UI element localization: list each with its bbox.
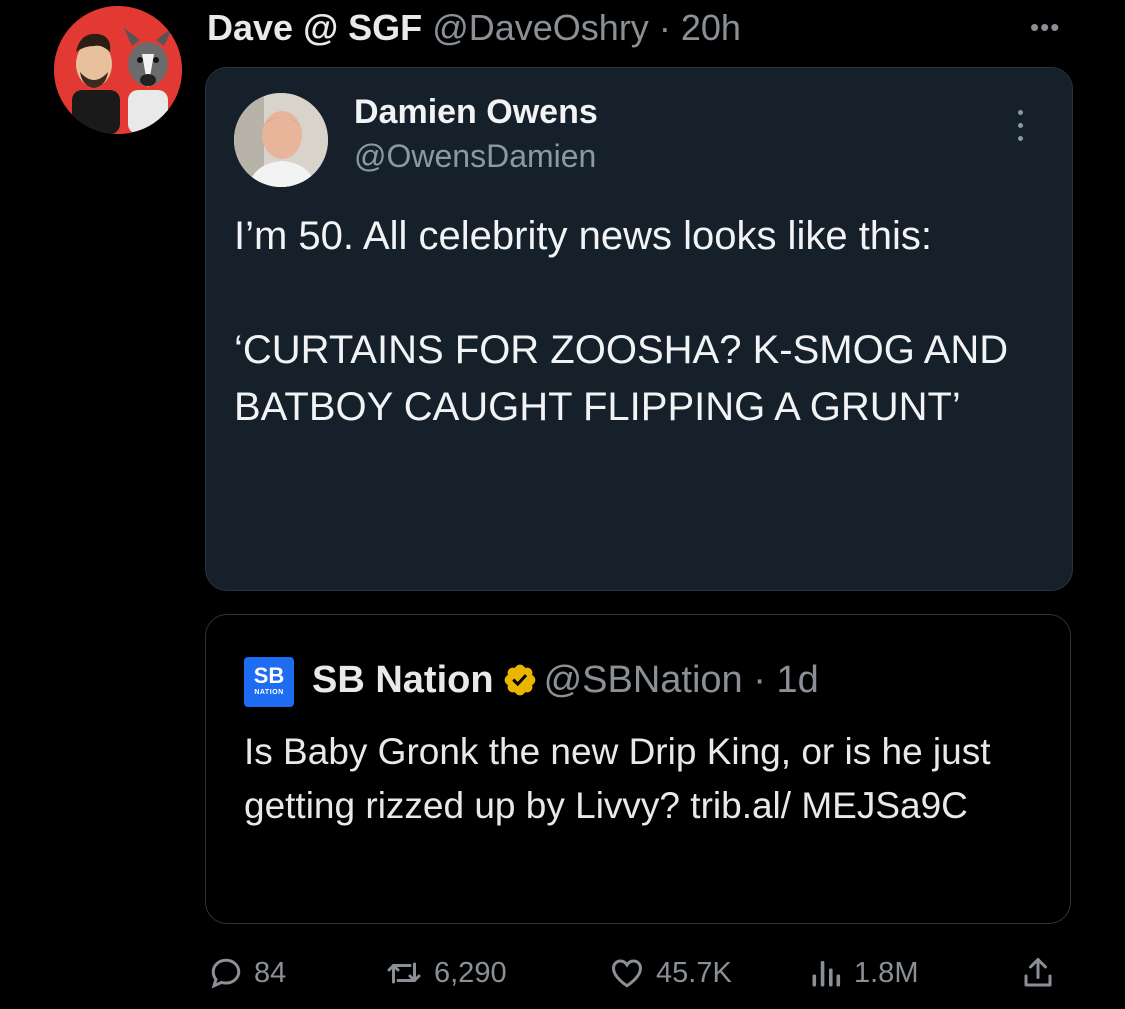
- tweet-header: Dave @ SGF @DaveOshry · 20h: [207, 6, 741, 50]
- author-avatar[interactable]: [54, 6, 182, 134]
- like-count: 45.7K: [656, 956, 732, 989]
- quoted-tweet-text: Is Baby Gronk the new Drip King, or is h…: [244, 731, 991, 826]
- quoted-author-handle: @SBNation: [543, 659, 743, 701]
- reply-count: 84: [254, 956, 287, 989]
- logo-text: SB: [253, 663, 285, 688]
- quoted-tweet-header: SB Nation @SBNation · 1d: [312, 655, 819, 705]
- views-count: 1.8M: [854, 956, 919, 989]
- retweet-icon: [387, 962, 421, 984]
- screenshot-author-name: Damien Owens: [354, 93, 598, 131]
- screenshot-author-avatar: [234, 93, 328, 187]
- share-button[interactable]: [1020, 948, 1066, 998]
- vertical-more-icon: [1018, 110, 1024, 150]
- attached-screenshot[interactable]: Damien Owens @OwensDamien I’m 50. All ce…: [205, 67, 1073, 591]
- author-handle[interactable]: @DaveOshry: [432, 7, 649, 48]
- views-chart-icon: [812, 961, 841, 987]
- quoted-separator: ·: [742, 659, 777, 701]
- verified-badge-icon: [504, 664, 535, 696]
- avatar-illustration-icon: [54, 6, 182, 134]
- like-button[interactable]: 45.7K: [608, 948, 732, 998]
- header-separator: ·: [648, 7, 681, 48]
- screenshot-text-line2: ‘CURTAINS FOR ZOOSHA? K-SMOG AND BATBOY …: [234, 328, 1009, 429]
- quoted-tweet[interactable]: SB NATION SB Nation @SBNation · 1d Is Bab…: [205, 614, 1071, 924]
- screenshot-text-line1: I’m 50. All celebrity news looks like th…: [234, 214, 933, 258]
- screenshot-text: I’m 50. All celebrity news looks like th…: [234, 208, 1054, 436]
- retweet-button[interactable]: 6,290: [384, 948, 507, 998]
- views-button[interactable]: 1.8M: [808, 948, 918, 998]
- action-bar: 84 6,290 45.7K 1.8M: [0, 948, 1125, 998]
- screenshot-author-handle: @OwensDamien: [354, 138, 597, 174]
- reply-icon: [211, 958, 241, 989]
- sb-nation-logo-icon: SB NATION: [244, 657, 294, 707]
- tweet: Dave @ SGF @DaveOshry · 20h ••• Damien O…: [0, 0, 1125, 1009]
- author-name[interactable]: Dave @ SGF: [207, 7, 422, 48]
- reply-button[interactable]: 84: [208, 948, 286, 998]
- quoted-timestamp: 1d: [776, 659, 819, 701]
- logo-subtext: NATION: [254, 689, 284, 696]
- retweet-count: 6,290: [434, 956, 507, 989]
- more-options-icon[interactable]: •••: [1030, 12, 1060, 43]
- share-icon: [1024, 958, 1052, 987]
- person-photo-icon: [234, 93, 328, 187]
- heart-icon: [611, 959, 643, 988]
- tweet-timestamp[interactable]: 20h: [681, 7, 741, 48]
- quoted-author-name: SB Nation: [312, 659, 494, 701]
